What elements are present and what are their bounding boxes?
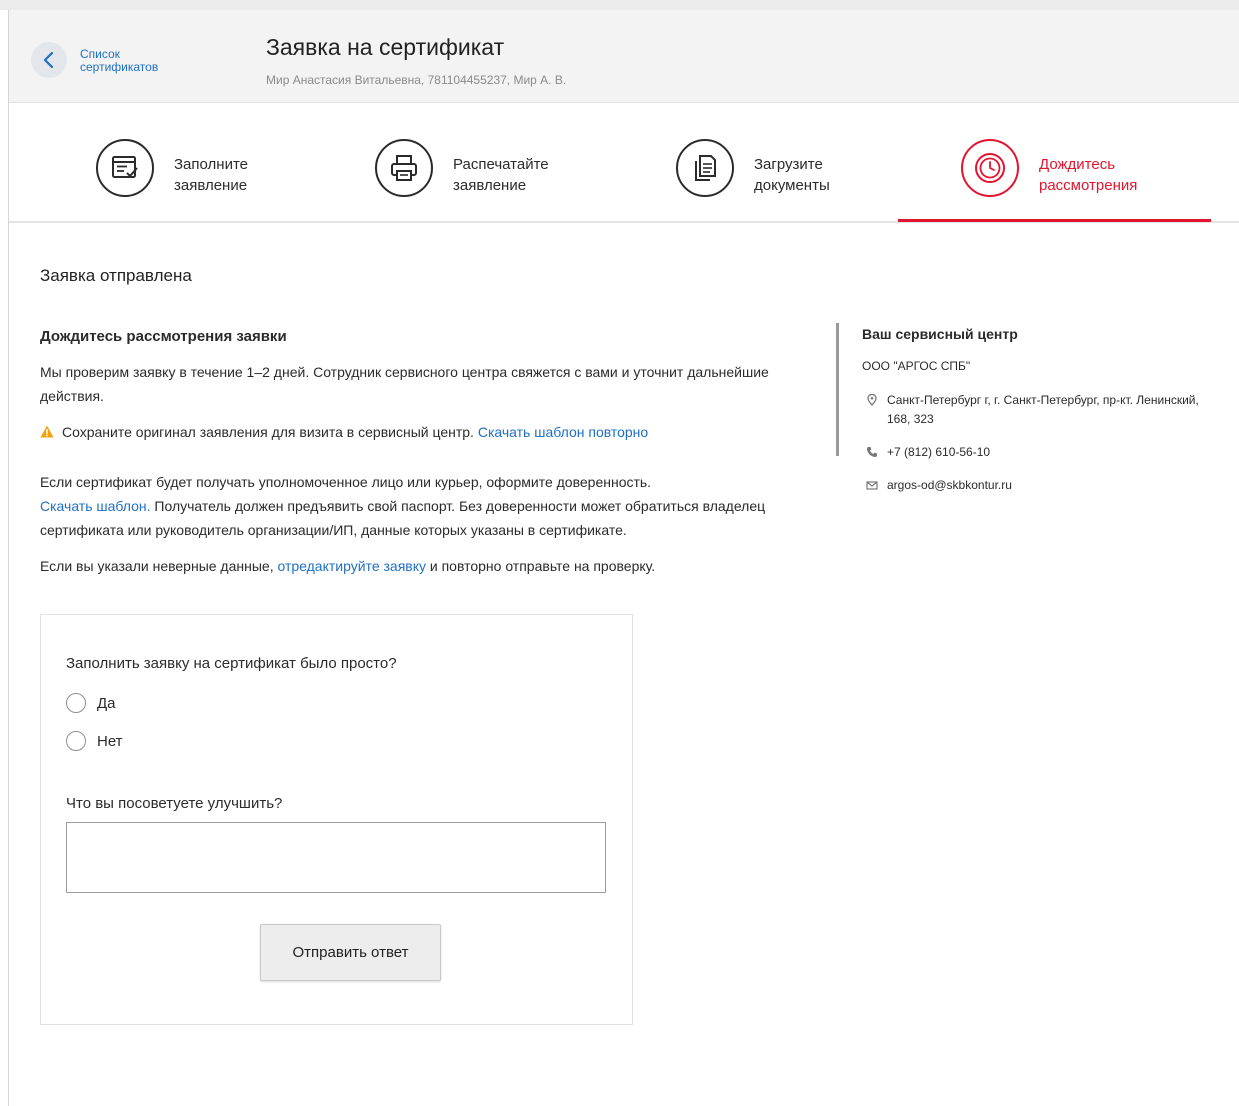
step-circle [375, 139, 433, 197]
step-circle [96, 139, 154, 197]
clock-icon [975, 153, 1005, 183]
documents-icon [695, 155, 716, 181]
back-link[interactable]: Список сертификатов [80, 48, 200, 74]
edit-info-text: Если вы указали неверные данные, отредак… [40, 558, 656, 574]
service-center-divider [836, 323, 839, 456]
chevron-left-icon [43, 51, 54, 69]
step-label: Дождитесь рассмотрения [1039, 156, 1138, 194]
top-strip [0, 0, 1239, 10]
service-center-name: ООО "АРГОС СПБ" [862, 359, 971, 373]
phone-icon [867, 447, 877, 457]
service-center-title: Ваш сервисный центр [862, 326, 1018, 342]
active-step-indicator [898, 219, 1211, 222]
review-info-text: Мы проверим заявку в течение 1–2 дней. С… [40, 364, 769, 404]
back-button[interactable] [31, 42, 67, 78]
radio-button[interactable] [66, 731, 86, 751]
warning-notice: Сохраните оригинал заявления для визита … [40, 420, 830, 444]
improvement-textarea[interactable] [66, 822, 606, 893]
radio-label: Нет [97, 732, 123, 750]
feedback-survey: Заполнить заявку на сертификат было прос… [40, 614, 633, 1025]
warning-icon [40, 425, 54, 438]
radio-option-yes[interactable]: Да [66, 692, 116, 714]
page-title: Заявка на сертификат [266, 34, 505, 60]
main-title: Заявка отправлена [40, 266, 192, 285]
submit-answer-button[interactable]: Отправить ответ [260, 924, 441, 981]
step-label: Заполните заявление [174, 156, 248, 194]
page-subtitle: Мир Анастасия Витальевна, 781104455237, … [266, 73, 567, 87]
page-header: Список сертификатов Заявка на сертификат… [9, 10, 1239, 103]
step-label: Распечатайте заявление [453, 156, 549, 194]
form-icon [112, 156, 138, 178]
email-icon [866, 481, 878, 490]
radio-option-no[interactable]: Нет [66, 730, 123, 752]
survey-question-improve: Что вы посоветуете улучшить? [66, 795, 283, 812]
step-circle [676, 139, 734, 197]
radio-label: Да [97, 694, 116, 712]
location-pin-icon [867, 394, 877, 406]
printer-icon [391, 155, 417, 181]
radio-button[interactable] [66, 693, 86, 713]
step-circle [961, 139, 1019, 197]
download-template-link[interactable]: Скачать шаблон. [40, 498, 151, 514]
section-title: Дождитесь рассмотрения заявки [40, 328, 287, 345]
edit-application-link[interactable]: отредактируйте заявку [277, 558, 426, 574]
survey-question-ease: Заполнить заявку на сертификат было прос… [66, 655, 397, 672]
steps-bar: Заполните заявление Распечатайте заявление [9, 103, 1239, 223]
download-template-again-link[interactable]: Скачать шаблон повторно [478, 424, 648, 440]
proxy-info-text: Если сертификат будет получать уполномоч… [40, 474, 766, 538]
warning-text: Сохраните оригинал заявления для визита … [62, 424, 474, 440]
step-label: Загрузите документы [754, 156, 830, 194]
